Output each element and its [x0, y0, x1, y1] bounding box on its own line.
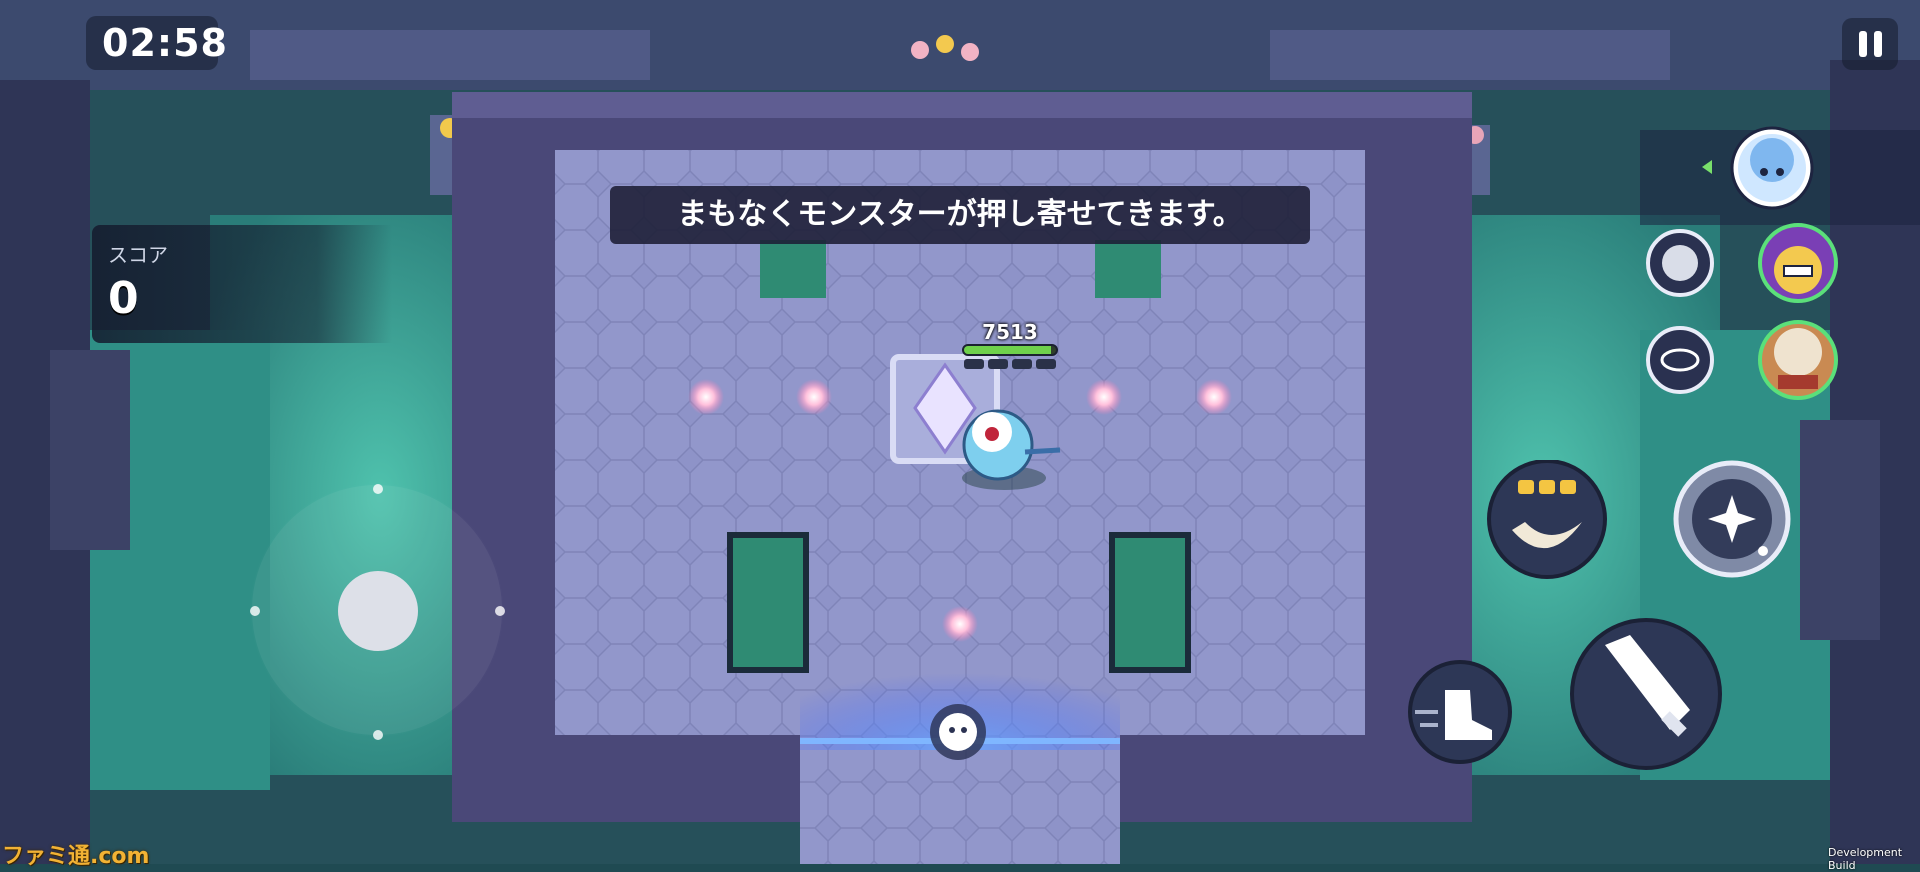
cloud-cookie-portrait-icon[interactable] — [1730, 126, 1814, 210]
match-timer: 02:58 — [86, 16, 227, 70]
hp-fill — [964, 346, 1052, 354]
skill-charge-pips — [1518, 480, 1576, 494]
hp-bar — [962, 344, 1058, 356]
score-label: スコア — [108, 243, 168, 267]
action-buttons — [1408, 460, 1791, 770]
orb — [796, 379, 832, 415]
star-ultimate-button[interactable] — [1673, 460, 1791, 578]
famitsu-watermark: ファミ通.com — [2, 844, 150, 869]
cloud-swirl-skill-icon[interactable] — [1646, 229, 1714, 297]
combo-pips — [962, 359, 1058, 369]
announcement-banner: まもなくモンスターが押し寄せてきます。 — [610, 186, 1310, 244]
orb — [1086, 379, 1122, 415]
player-hp-value: 7513 — [982, 320, 1038, 344]
orb — [942, 606, 978, 642]
party-panel — [1640, 126, 1920, 400]
development-build-label: Development Build — [1828, 846, 1903, 872]
score-value: 0 — [108, 273, 139, 324]
joystick-thumb — [338, 571, 418, 651]
swirl-skill-button[interactable] — [1487, 460, 1607, 579]
pause-button[interactable] — [1842, 18, 1898, 70]
orb — [1196, 379, 1232, 415]
warrior-cookie-portrait-icon[interactable] — [1758, 320, 1838, 400]
sword-attack-button[interactable] — [1570, 618, 1722, 770]
player-hp-gauge: 7513 — [962, 322, 1058, 369]
dash-boot-button[interactable] — [1408, 660, 1512, 764]
ghost-minion-icon — [930, 704, 986, 760]
score-panel: スコア 0 — [92, 225, 392, 343]
pit — [760, 240, 826, 298]
clown-cookie-portrait-icon[interactable] — [1758, 223, 1838, 303]
orb — [688, 379, 724, 415]
move-joystick[interactable] — [245, 480, 525, 760]
spark-ring-skill-icon[interactable] — [1646, 326, 1714, 394]
pause-icon — [1858, 31, 1867, 57]
